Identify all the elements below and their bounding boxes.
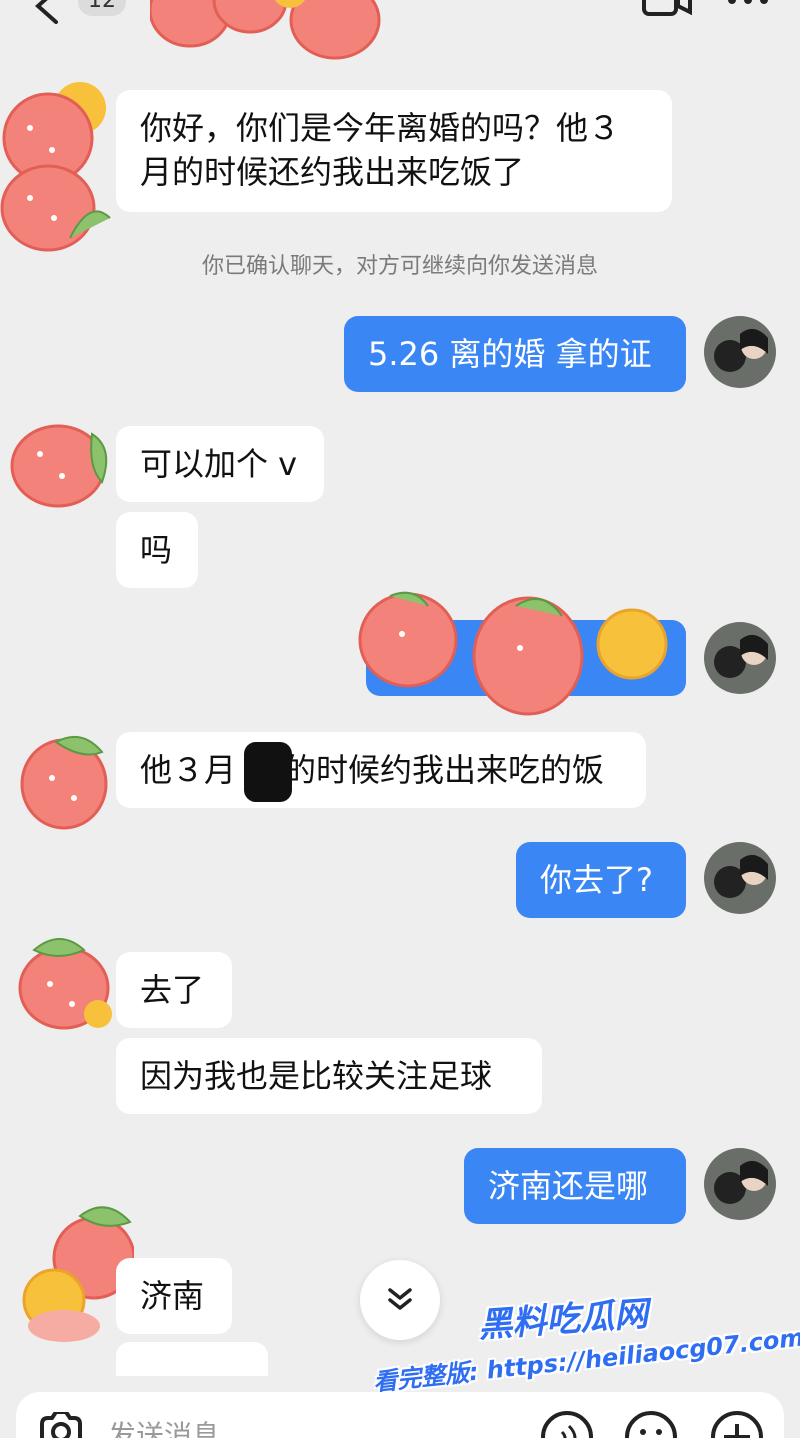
add-icon[interactable]	[710, 1410, 764, 1438]
message-input[interactable]: 发送消息	[108, 1414, 220, 1438]
top-bar: 12	[0, 0, 800, 60]
message-text: 济南	[140, 1277, 205, 1315]
avatar[interactable]	[704, 842, 776, 914]
more-icon[interactable]	[726, 0, 770, 8]
voice-icon[interactable]	[540, 1410, 594, 1438]
double-chevron-down-icon	[388, 1288, 412, 1310]
emoji-icon[interactable]	[624, 1410, 678, 1438]
user-avatar-image	[704, 842, 776, 914]
avatar[interactable]	[704, 316, 776, 388]
message-bubble-incoming[interactable]: 可以加个 v	[116, 426, 324, 502]
message-text: 的时候约我出来吃的饭	[284, 751, 605, 789]
message-bubble-incoming[interactable]: 吗	[116, 512, 198, 588]
strawberry-avatar-sticker	[10, 424, 108, 508]
strawberry-avatar-sticker	[0, 82, 111, 252]
message-text: 你去了?	[540, 861, 653, 899]
message-bubble-outgoing[interactable]: 5.26 离的婚 拿的证	[344, 316, 686, 392]
message-bubble-outgoing[interactable]: 济南还是哪	[464, 1148, 686, 1224]
strawberry-sticker	[358, 591, 668, 716]
message-bubble-outgoing[interactable]: 你去了?	[516, 842, 686, 918]
user-avatar-image	[704, 1148, 776, 1220]
message-text: 月的时候还约我出来吃饭了	[140, 153, 525, 191]
message-bubble-incoming[interactable]: 你好，你们是今年离婚的吗？他３ 月的时候还约我出来吃饭了	[116, 90, 672, 212]
message-bubble-incoming[interactable]: 去了	[116, 952, 232, 1028]
redaction-mark	[244, 742, 292, 802]
avatar[interactable]	[704, 622, 776, 694]
camera-icon[interactable]	[38, 1412, 84, 1438]
avatar[interactable]	[704, 1148, 776, 1220]
message-bubble-incoming[interactable]: 他３月 的时候约我出来吃的饭	[116, 732, 646, 808]
chevron-left-icon[interactable]	[28, 0, 64, 24]
message-text: 济南还是哪	[488, 1167, 649, 1205]
message-bubble-incoming[interactable]: 济南	[116, 1258, 232, 1334]
user-avatar-image	[704, 316, 776, 388]
scroll-to-bottom-button[interactable]	[360, 1260, 440, 1340]
video-camera-icon[interactable]	[642, 0, 692, 18]
message-bubble-incoming[interactable]	[116, 1342, 268, 1376]
strawberry-avatar-sticker	[20, 735, 108, 830]
strawberry-avatar-sticker	[18, 938, 112, 1030]
message-text: 因为我也是比较关注足球	[140, 1057, 493, 1095]
message-bubble-incoming[interactable]: 因为我也是比较关注足球	[116, 1038, 542, 1114]
message-text: 5.26 离的婚 拿的证	[368, 335, 652, 373]
message-text: 去了	[140, 971, 205, 1009]
message-text: 你好，你们是今年离婚的吗？他３	[140, 109, 621, 147]
message-text: 可以加个 v	[140, 445, 298, 483]
message-text: 吗	[140, 531, 173, 569]
strawberry-sticker	[150, 0, 381, 60]
unread-count-badge: 12	[78, 0, 126, 16]
message-text: 他３月	[140, 751, 237, 789]
system-note: 你已确认聊天，对方可继续向你发送消息	[201, 254, 598, 279]
user-avatar-image	[704, 622, 776, 694]
